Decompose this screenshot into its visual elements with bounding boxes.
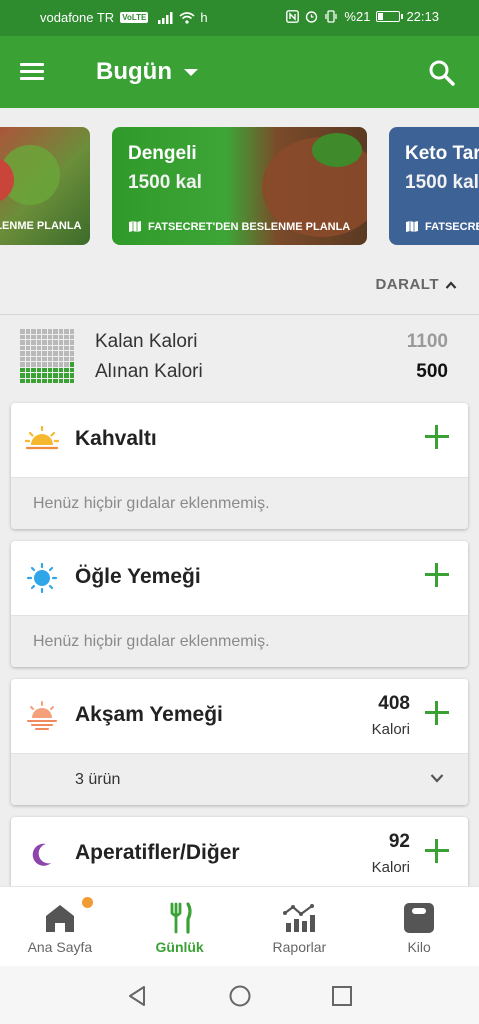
nav-label: Raporlar [272, 939, 327, 955]
meal-calories-value: 92 [388, 831, 410, 852]
wifi-icon [179, 11, 195, 24]
meal-card-dinner: Akşam Yemeği 408 Kalori 3 ürün [11, 679, 468, 805]
plan-card-partial[interactable]: ELENME PLANLA [0, 127, 90, 245]
plan-calories: 1500 kal [128, 172, 202, 193]
meal-calories-unit: Kalori [371, 721, 410, 738]
meal-calories-unit: Kalori [371, 859, 410, 876]
chevron-up-icon [445, 280, 457, 289]
vibrate-icon [325, 10, 338, 23]
notification-badge [82, 897, 93, 908]
calorie-summary: Kalan Kalori 1100 Alınan Kalori 500 [0, 315, 479, 395]
plan-name: Keto Tar [405, 143, 479, 164]
plan-footer: FATSECRET [405, 220, 479, 233]
sunset-icon [27, 701, 57, 730]
nfc-icon [286, 10, 300, 23]
plan-footer-label: FATSECRET [425, 220, 479, 233]
meal-item-count: 3 ürün [75, 771, 121, 788]
meal-card-lunch: Öğle Yemeği Henüz hiçbir gıdalar eklenme… [11, 541, 468, 667]
reports-chart-icon [283, 904, 316, 932]
nav-item-weight[interactable]: Kilo [359, 887, 479, 966]
meal-calories: 92 Kalori [372, 831, 410, 876]
remaining-label: Kalan Kalori [95, 331, 198, 352]
meal-title: Kahvaltı [75, 427, 157, 450]
plan-name: Dengeli [128, 143, 197, 164]
add-food-button[interactable] [424, 562, 450, 588]
map-icon [129, 221, 141, 232]
meal-header[interactable]: Aperatifler/Diğer 92 Kalori [11, 817, 468, 891]
plan-calories: 1500 kal [405, 172, 479, 193]
plan-footer: FATSECRET'DEN BESLENME PLANLA [128, 220, 350, 233]
clock: 22:13 [406, 9, 439, 24]
status-right: %21 22:13 [286, 9, 439, 24]
signal-icon [158, 11, 173, 24]
meal-header[interactable]: Kahvaltı [11, 403, 468, 477]
nav-item-reports[interactable]: Raporlar [240, 887, 360, 966]
recents-icon[interactable] [330, 984, 354, 1008]
plan-card-keto[interactable]: Keto Tar 1500 kal FATSECRET [389, 127, 479, 245]
consumed-value: 500 [416, 361, 448, 382]
collapse-button[interactable]: DARALT [375, 276, 457, 293]
carrier-name: vodafone TR [40, 10, 115, 25]
caret-down-icon [183, 68, 198, 76]
nav-label: Ana Sayfa [27, 939, 93, 955]
calorie-grid-icon [20, 329, 74, 383]
collapse-label: DARALT [375, 276, 439, 293]
chevron-down-icon[interactable] [430, 771, 444, 785]
meal-header[interactable]: Akşam Yemeği 408 Kalori [11, 679, 468, 753]
add-food-button[interactable] [424, 700, 450, 726]
moon-icon [32, 843, 51, 866]
date-selector[interactable]: Bugün [96, 58, 198, 86]
meal-card-snacks: Aperatifler/Diğer 92 Kalori [11, 817, 468, 891]
sunrise-icon [25, 425, 59, 450]
volte-badge: VoLTE [120, 12, 149, 23]
empty-meal-text: Henüz hiçbir gıdalar eklenmemiş. [33, 495, 270, 512]
home-circle-icon[interactable] [228, 984, 252, 1008]
add-food-button[interactable] [424, 424, 450, 450]
plan-footer-label: FATSECRET'DEN BESLENME PLANLA [148, 220, 351, 233]
meal-card-breakfast: Kahvaltı Henüz hiçbir gıdalar eklenmemiş… [11, 403, 468, 529]
meal-calories: 408 Kalori [372, 693, 410, 738]
meal-body[interactable]: 3 ürün [11, 753, 468, 805]
remaining-value: 1100 [406, 331, 448, 352]
back-icon[interactable] [125, 984, 149, 1008]
meal-title: Akşam Yemeği [75, 703, 223, 726]
status-left: vodafone TR VoLTE h [40, 10, 208, 25]
meal-title: Öğle Yemeği [75, 565, 201, 588]
status-bar: vodafone TR VoLTE h %21 22:13 [0, 0, 479, 36]
sun-icon [26, 563, 58, 593]
fork-knife-icon [170, 902, 192, 934]
scale-icon [404, 903, 435, 933]
home-icon [45, 905, 74, 932]
empty-meal-text: Henüz hiçbir gıdalar eklenmemiş. [33, 633, 270, 650]
nav-item-diary[interactable]: Günlük [120, 887, 240, 966]
meal-body: Henüz hiçbir gıdalar eklenmemiş. [11, 477, 468, 529]
battery-percent: %21 [344, 9, 371, 24]
nav-item-home[interactable]: Ana Sayfa [0, 887, 120, 966]
network-type: h [200, 10, 208, 25]
battery-icon [376, 11, 404, 22]
page-title: Bugün [96, 58, 172, 85]
consumed-label: Alınan Kalori [95, 361, 203, 382]
bottom-navigation: Ana Sayfa Günlük Raporlar Kilo [0, 886, 479, 966]
plan-footer: ELENME PLANLA [0, 220, 82, 232]
alarm-icon [306, 11, 318, 23]
nav-label: Günlük [155, 939, 204, 955]
system-navigation-bar [0, 966, 479, 1024]
herb-garnish [312, 133, 362, 167]
search-icon[interactable] [427, 58, 457, 88]
plan-card-dengeli[interactable]: Dengeli 1500 kal FATSECRET'DEN BESLENME … [112, 127, 367, 245]
map-icon [406, 221, 418, 232]
add-food-button[interactable] [424, 838, 450, 864]
plan-footer-label: ELENME PLANLA [0, 220, 82, 232]
meal-header[interactable]: Öğle Yemeği [11, 541, 468, 615]
meal-plan-carousel[interactable]: ELENME PLANLA Dengeli 1500 kal FATSECRET… [0, 108, 479, 268]
meal-calories-value: 408 [378, 693, 410, 714]
meal-title: Aperatifler/Diğer [75, 841, 240, 864]
hamburger-menu-icon[interactable] [20, 60, 54, 86]
nav-label: Kilo [407, 939, 431, 955]
app-bar: Bugün [0, 36, 479, 108]
meal-body: Henüz hiçbir gıdalar eklenmemiş. [11, 615, 468, 667]
